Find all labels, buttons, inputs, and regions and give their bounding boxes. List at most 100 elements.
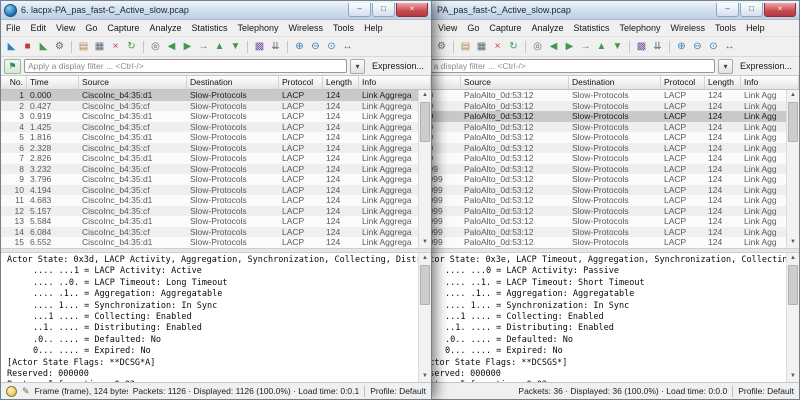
- menu-item-help[interactable]: Help: [359, 23, 388, 33]
- open-file-icon[interactable]: ▤: [458, 39, 473, 54]
- packet-row[interactable]: 42.999PaloAlto_0d:53:12Slow-ProtocolsLAC…: [383, 122, 786, 133]
- detail-line[interactable]: .... 1... = Synchronization: In Sync: [7, 301, 418, 312]
- column-header-length[interactable]: Length: [323, 76, 359, 89]
- go-back-icon[interactable]: ◀: [546, 39, 561, 54]
- scrollbar-thumb[interactable]: [788, 265, 798, 305]
- packet-row[interactable]: 14186.999PaloAlto_0d:53:12Slow-Protocols…: [383, 227, 786, 238]
- packet-row[interactable]: 51.816CiscoInc_b4:35:d1Slow-ProtocolsLAC…: [1, 132, 418, 143]
- menu-item-tools[interactable]: Tools: [328, 23, 359, 33]
- packet-row[interactable]: 10.000CiscoInc_b4:35:d1Slow-ProtocolsLAC…: [1, 90, 418, 101]
- menu-item-tools[interactable]: Tools: [710, 23, 741, 33]
- scroll-up-icon[interactable]: ▲: [790, 253, 796, 264]
- packet-row[interactable]: 895.999PaloAlto_0d:53:12Slow-ProtocolsLA…: [383, 164, 786, 175]
- status-profile[interactable]: Profile: Default: [370, 386, 426, 396]
- maximize-button[interactable]: □: [740, 3, 763, 17]
- packet-row[interactable]: 114.683CiscoInc_b4:35:d1Slow-ProtocolsLA…: [1, 195, 418, 206]
- packet-row[interactable]: 83.232CiscoInc_b4:35:cfSlow-ProtocolsLAC…: [1, 164, 418, 175]
- menu-item-help[interactable]: Help: [741, 23, 770, 33]
- menu-item-wireless[interactable]: Wireless: [666, 23, 711, 33]
- scroll-down-icon[interactable]: ▼: [422, 237, 428, 248]
- menu-item-wireless[interactable]: Wireless: [284, 23, 329, 33]
- filter-dropdown-icon[interactable]: ▾: [718, 59, 733, 74]
- zoom-reset-icon[interactable]: ⊙: [706, 39, 721, 54]
- detail-line[interactable]: .0.. .... = Defaulted: No: [419, 335, 786, 346]
- go-last-icon[interactable]: ▼: [610, 39, 625, 54]
- scroll-up-icon[interactable]: ▲: [422, 90, 428, 101]
- menu-item-view[interactable]: View: [433, 23, 462, 33]
- go-last-icon[interactable]: ▼: [228, 39, 243, 54]
- packet-row[interactable]: 72.826CiscoInc_b4:35:d1Slow-ProtocolsLAC…: [1, 153, 418, 164]
- colorize-packets-icon[interactable]: ▩: [252, 39, 267, 54]
- resize-columns-icon[interactable]: ↔: [722, 39, 737, 54]
- stop-capture-icon[interactable]: ■: [20, 39, 35, 54]
- expression-button[interactable]: Expression...: [368, 61, 428, 71]
- column-header-info[interactable]: Info: [741, 76, 799, 89]
- menu-item-telephony[interactable]: Telephony: [614, 23, 665, 33]
- packet-list-scrollbar[interactable]: ▲ ▼: [786, 90, 799, 248]
- go-to-packet-icon[interactable]: →: [578, 39, 593, 54]
- packet-row[interactable]: 13185.999PaloAlto_0d:53:12Slow-Protocols…: [383, 216, 786, 227]
- packet-row[interactable]: 11155.999PaloAlto_0d:53:12Slow-Protocols…: [383, 195, 786, 206]
- go-first-icon[interactable]: ▲: [594, 39, 609, 54]
- menu-item-view[interactable]: View: [51, 23, 80, 33]
- go-forward-icon[interactable]: ▶: [562, 39, 577, 54]
- detail-line[interactable]: 0... .... = Expired: No: [419, 346, 786, 357]
- filter-bookmark-icon[interactable]: ⚑: [4, 59, 21, 74]
- column-header-destination[interactable]: Destination: [187, 76, 279, 89]
- capture-comment-icon[interactable]: ✎: [22, 386, 30, 397]
- packet-row[interactable]: 75.999PaloAlto_0d:53:12Slow-ProtocolsLAC…: [383, 153, 786, 164]
- menu-item-statistics[interactable]: Statistics: [568, 23, 614, 33]
- find-packet-icon[interactable]: ◎: [148, 39, 163, 54]
- auto-scroll-icon[interactable]: ⇊: [650, 39, 665, 54]
- detail-line[interactable]: .... ...1 = LACP Activity: Active: [7, 266, 418, 277]
- open-file-icon[interactable]: ▤: [76, 39, 91, 54]
- maximize-button[interactable]: □: [372, 3, 395, 17]
- scrollbar-track[interactable]: [787, 264, 799, 371]
- capture-options-icon[interactable]: ⚙: [434, 39, 449, 54]
- scrollbar-track[interactable]: [419, 101, 431, 237]
- close-file-icon[interactable]: ×: [490, 39, 505, 54]
- detail-line[interactable]: ...1 .... = Collecting: Enabled: [7, 312, 418, 323]
- start-capture-icon[interactable]: ◣: [4, 39, 19, 54]
- column-header-protocol[interactable]: Protocol: [661, 76, 705, 89]
- menu-item-capture[interactable]: Capture: [102, 23, 144, 33]
- expression-button[interactable]: Expression...: [736, 61, 796, 71]
- scrollbar-track[interactable]: [419, 264, 431, 371]
- display-filter-input[interactable]: Apply a display filter ... <Ctrl-/>: [406, 59, 715, 73]
- scroll-up-icon[interactable]: ▲: [422, 253, 428, 264]
- scroll-down-icon[interactable]: ▼: [790, 371, 796, 382]
- menu-item-file[interactable]: File: [1, 23, 26, 33]
- column-header-info[interactable]: Info: [359, 76, 431, 89]
- column-header-source[interactable]: Source: [461, 76, 569, 89]
- detail-line[interactable]: Actor State: 0x3d, LACP Activity, Aggreg…: [7, 255, 418, 266]
- scrollbar-track[interactable]: [787, 101, 799, 237]
- minimize-button[interactable]: –: [716, 3, 739, 17]
- scroll-down-icon[interactable]: ▼: [422, 371, 428, 382]
- packet-row[interactable]: 20.427CiscoInc_b4:35:cfSlow-ProtocolsLAC…: [1, 101, 418, 112]
- detail-line[interactable]: ...1 .... = Collecting: Enabled: [419, 312, 786, 323]
- close-file-icon[interactable]: ×: [108, 39, 123, 54]
- restart-capture-icon[interactable]: ◣: [36, 39, 51, 54]
- packet-row[interactable]: 125.157CiscoInc_b4:35:cfSlow-ProtocolsLA…: [1, 206, 418, 217]
- expert-info-icon[interactable]: [6, 386, 17, 397]
- details-scrollbar[interactable]: ▲ ▼: [418, 253, 431, 382]
- scrollbar-thumb[interactable]: [420, 265, 430, 305]
- column-header-source[interactable]: Source: [79, 76, 187, 89]
- column-header-no[interactable]: No.: [1, 76, 27, 89]
- menu-item-go[interactable]: Go: [462, 23, 484, 33]
- go-back-icon[interactable]: ◀: [164, 39, 179, 54]
- packet-row[interactable]: 20.999PaloAlto_0d:53:12Slow-ProtocolsLAC…: [383, 101, 786, 112]
- detail-line[interactable]: Actor State: 0x3e, LACP Timeout, Aggrega…: [419, 255, 786, 266]
- zoom-reset-icon[interactable]: ⊙: [324, 39, 339, 54]
- scrollbar-thumb[interactable]: [788, 102, 798, 142]
- column-header-protocol[interactable]: Protocol: [279, 76, 323, 89]
- detail-line[interactable]: .... ...0 = LACP Activity: Passive: [419, 266, 786, 277]
- packet-row[interactable]: 53.999PaloAlto_0d:53:12Slow-ProtocolsLAC…: [383, 132, 786, 143]
- save-file-icon[interactable]: ▦: [92, 39, 107, 54]
- close-button[interactable]: ×: [396, 3, 428, 17]
- menu-item-edit[interactable]: Edit: [26, 23, 52, 33]
- detail-line[interactable]: .... ..1. = LACP Timeout: Short Timeout: [419, 278, 786, 289]
- menu-item-analyze[interactable]: Analyze: [526, 23, 568, 33]
- save-file-icon[interactable]: ▦: [474, 39, 489, 54]
- packet-row[interactable]: 12156.999PaloAlto_0d:53:12Slow-Protocols…: [383, 206, 786, 217]
